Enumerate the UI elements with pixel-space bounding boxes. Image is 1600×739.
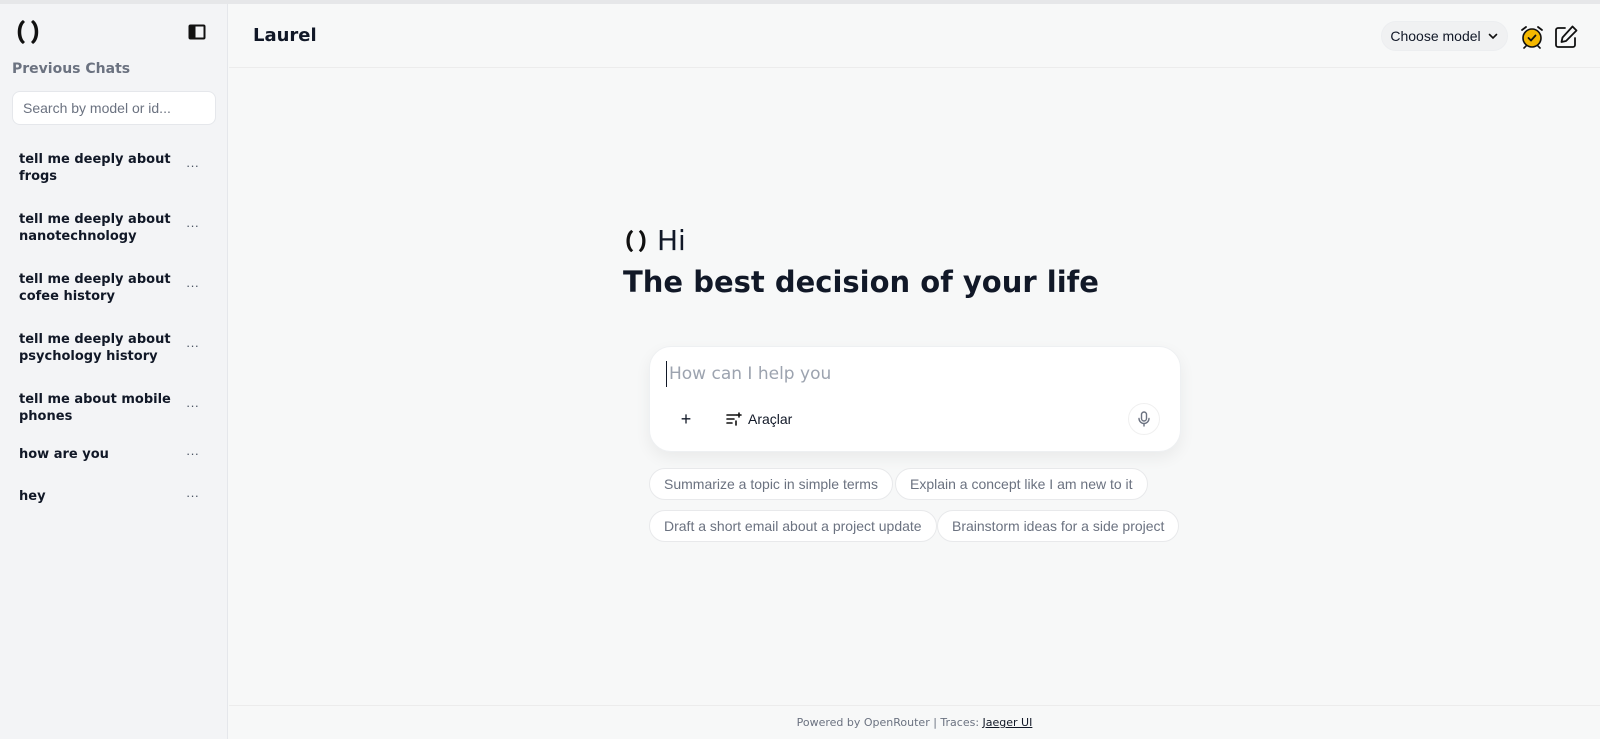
top-header: Laurel Choose model bbox=[229, 4, 1600, 68]
chat-item-menu-button[interactable]: ··· bbox=[186, 446, 199, 461]
chat-item-label: tell me deeply about frogs bbox=[19, 152, 171, 184]
chat-item-label: tell me deeply about nanotechnology bbox=[19, 212, 171, 244]
chat-item-menu-button[interactable]: ··· bbox=[186, 398, 199, 413]
sliders-icon bbox=[726, 412, 742, 426]
chat-item-cofee-history[interactable]: tell me deeply about cofee history ··· bbox=[0, 262, 228, 322]
previous-chats-heading: Previous Chats bbox=[12, 61, 131, 77]
add-attachment-button[interactable]: + bbox=[676, 409, 696, 429]
chat-item-label: how are you bbox=[19, 447, 109, 462]
chat-item-nanotechnology[interactable]: tell me deeply about nanotechnology ··· bbox=[0, 202, 228, 262]
edit-icon[interactable] bbox=[1553, 24, 1579, 50]
microphone-icon bbox=[1138, 411, 1150, 427]
chat-item-label: tell me about mobile phones bbox=[19, 392, 171, 424]
chat-item-hey[interactable]: hey ··· bbox=[0, 478, 228, 520]
chat-item-menu-button[interactable]: ··· bbox=[186, 158, 199, 173]
chat-item-how-are-you[interactable]: how are you ··· bbox=[0, 436, 228, 478]
chat-item-menu-button[interactable]: ··· bbox=[186, 278, 199, 293]
sidebar: Previous Chats tell me deeply about frog… bbox=[0, 4, 228, 739]
footer-text: Powered by OpenRouter | Traces: bbox=[796, 716, 983, 729]
message-composer: + Araçlar bbox=[649, 346, 1181, 452]
chat-item-mobile-phones[interactable]: tell me about mobile phones ··· bbox=[0, 382, 228, 436]
suggestion-chip[interactable]: Brainstorm ideas for a side project bbox=[937, 510, 1180, 542]
chat-item-menu-button[interactable]: ··· bbox=[186, 218, 199, 233]
page-headline: The best decision of your life bbox=[623, 265, 1099, 299]
choose-model-label: Choose model bbox=[1390, 28, 1481, 44]
suggestion-chip[interactable]: Draft a short email about a project upda… bbox=[649, 510, 937, 542]
chat-item-frogs[interactable]: tell me deeply about frogs ··· bbox=[0, 142, 228, 202]
laurel-logo-icon[interactable] bbox=[14, 18, 42, 46]
footer: Powered by OpenRouter | Traces: Jaeger U… bbox=[229, 705, 1600, 739]
tools-label: Araçlar bbox=[748, 411, 793, 427]
app-title: Laurel bbox=[253, 25, 317, 46]
greeting-text: Hi bbox=[657, 224, 686, 257]
suggestion-chip[interactable]: Summarize a topic in simple terms bbox=[649, 468, 893, 500]
sidebar-toggle-icon[interactable] bbox=[188, 24, 208, 42]
suggestion-chip[interactable]: Explain a concept like I am new to it bbox=[895, 468, 1148, 500]
tools-button[interactable]: Araçlar bbox=[726, 408, 792, 430]
chat-item-menu-button[interactable]: ··· bbox=[186, 488, 199, 503]
jaeger-ui-link[interactable]: Jaeger UI bbox=[983, 716, 1033, 729]
chat-item-psychology-history[interactable]: tell me deeply about psychology history … bbox=[0, 322, 228, 382]
choose-model-button[interactable]: Choose model bbox=[1381, 21, 1508, 51]
chat-item-menu-button[interactable]: ··· bbox=[186, 338, 199, 353]
chat-item-label: hey bbox=[19, 489, 46, 504]
chat-search-input[interactable] bbox=[12, 91, 216, 125]
chat-item-label: tell me deeply about cofee history bbox=[19, 272, 171, 304]
message-input[interactable] bbox=[666, 361, 1146, 387]
alarm-clock-icon[interactable] bbox=[1519, 24, 1545, 50]
microphone-button[interactable] bbox=[1128, 403, 1160, 435]
greeting: Hi bbox=[623, 224, 686, 257]
chevron-down-icon bbox=[1488, 33, 1497, 40]
laurel-logo-icon bbox=[626, 229, 646, 252]
chat-list: tell me deeply about frogs ··· tell me d… bbox=[0, 142, 228, 520]
chat-item-label: tell me deeply about psychology history bbox=[19, 332, 171, 364]
